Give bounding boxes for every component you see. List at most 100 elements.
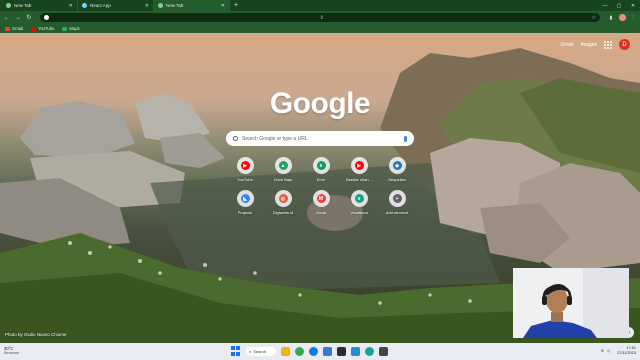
system-tray: ≋ ◁: [601, 348, 610, 353]
youtube-icon: ▶: [240, 161, 250, 170]
search-placeholder: Search Google or type a URL: [242, 135, 308, 142]
close-icon[interactable]: ✕: [145, 3, 149, 9]
vscode-icon[interactable]: [351, 346, 360, 356]
chrome-icon: [158, 3, 163, 8]
windows-start-icon[interactable]: [231, 346, 241, 356]
taskbar-apps: ⌕ Search: [231, 346, 388, 356]
images-link[interactable]: Images: [581, 42, 597, 48]
profile-avatar[interactable]: [618, 14, 626, 22]
browser-toolbar: ← → ↻ ⇪ ☆ ▮ ⋮: [0, 11, 640, 24]
bookmark-label: YouTube: [37, 26, 55, 31]
shortcut-emir[interactable]: e Emir: [302, 157, 340, 182]
tab-react-app[interactable]: React App ✕: [78, 0, 154, 11]
minimize-button[interactable]: —: [598, 0, 612, 11]
weather-widget[interactable]: 30°C Berawan: [4, 346, 19, 356]
shortcut-sequelize[interactable]: ◆ Sequelize: [378, 157, 416, 182]
google-g-icon: [44, 15, 49, 20]
bookmark-label: Maps: [69, 26, 80, 31]
react-icon: [82, 3, 87, 8]
emir-icon: e: [316, 161, 326, 170]
close-icon[interactable]: ✕: [69, 3, 73, 9]
tab-new-tab-2[interactable]: New Tab ✕: [154, 0, 230, 11]
shortcut-label: Projects: [237, 210, 253, 215]
clock-date: 27/11/2023: [617, 351, 636, 355]
profile-avatar-button[interactable]: D: [619, 39, 630, 50]
shortcut-digiwebs[interactable]: ◎ Digiwebs.id: [264, 190, 302, 215]
bookmark-maps[interactable]: Maps: [62, 26, 80, 31]
windows-taskbar: 30°C Berawan ⌕ Search ≋ ◁ 17:51 27/11/20…: [0, 343, 640, 360]
window-close-button[interactable]: ✕: [626, 0, 640, 11]
shortcut-label: Sequelize: [388, 177, 406, 182]
file-explorer-icon[interactable]: [281, 346, 290, 356]
search-box[interactable]: Search Google or type a URL: [226, 131, 414, 146]
volume-icon[interactable]: ◁: [607, 348, 610, 353]
shortcut-label: Vocalbout: [350, 210, 368, 215]
weather-desc: Berawan: [4, 351, 19, 355]
tab-title: New Tab: [166, 3, 184, 8]
bookmark-star-icon[interactable]: ☆: [592, 15, 596, 21]
terminal-icon[interactable]: [337, 346, 346, 356]
extensions-icon[interactable]: ▮: [607, 14, 615, 22]
menu-icon[interactable]: ⋮: [629, 14, 637, 22]
new-tab-button[interactable]: +: [230, 0, 242, 11]
teal-app-icon[interactable]: [365, 346, 374, 356]
taskbar-clock[interactable]: 17:51 27/11/2023: [617, 346, 636, 356]
share-icon[interactable]: ⇪: [320, 15, 324, 21]
back-button[interactable]: ←: [3, 14, 11, 22]
shortcut-channel[interactable]: ▶ Bsedar chan...: [340, 157, 378, 182]
shortcut-drive[interactable]: ▲ Drive Bajo: [264, 157, 302, 182]
shortcut-vocalbout[interactable]: v Vocalbout: [340, 190, 378, 215]
gmail-icon: M: [316, 194, 326, 203]
maximize-button[interactable]: ▢: [612, 0, 626, 11]
shortcut-label: YouTube: [237, 177, 253, 182]
shortcut-label: Gmail: [315, 210, 327, 215]
tab-new-tab-1[interactable]: New Tab ✕: [2, 0, 78, 11]
edge-icon[interactable]: [309, 346, 318, 356]
tab-title: React App: [90, 3, 111, 8]
taskbar-search-label: Search: [253, 348, 266, 354]
dark-app-icon[interactable]: [379, 346, 388, 356]
shortcut-label: Emir: [316, 177, 326, 182]
shortcut-label: Add shortcut: [385, 210, 409, 215]
shortcut-label: Digiwebs.id: [272, 210, 294, 215]
chrome-icon: [6, 3, 11, 8]
close-icon[interactable]: ✕: [221, 3, 225, 9]
drive-icon: ▲: [278, 161, 288, 170]
maps-icon: [62, 26, 68, 31]
vocalbout-icon: v: [354, 194, 364, 203]
reload-button[interactable]: ↻: [25, 14, 33, 22]
webcam-overlay: [513, 268, 629, 338]
person-icon: [513, 268, 629, 338]
microphone-icon[interactable]: [404, 135, 407, 142]
photo-credit-link[interactable]: Photo by Giulio Nuovo Chiome: [5, 332, 67, 337]
projects-icon: ◣: [240, 194, 250, 203]
address-bar[interactable]: ⇪ ☆: [40, 13, 600, 22]
tab-strip: New Tab ✕ React App ✕ New Tab ✕ + — ▢ ✕: [0, 0, 640, 11]
forward-button[interactable]: →: [14, 14, 22, 22]
store-icon[interactable]: [323, 346, 332, 356]
gmail-icon: [5, 26, 10, 31]
google-logo: Google: [269, 87, 371, 120]
shortcuts-grid: ▶ YouTube ▲ Drive Bajo e Emir ▶ Bsedar c…: [226, 157, 418, 215]
digiwebs-icon: ◎: [278, 194, 288, 203]
shortcut-projects[interactable]: ◣ Projects: [226, 190, 264, 215]
gmail-link[interactable]: Gmail: [561, 42, 574, 48]
chrome-icon[interactable]: [295, 346, 304, 356]
google-apps-icon[interactable]: [604, 40, 612, 49]
sequelize-icon: ◆: [392, 161, 402, 170]
top-links: Gmail Images D: [561, 39, 630, 50]
window-controls: — ▢ ✕: [598, 0, 640, 11]
tab-title: New Tab: [14, 3, 32, 8]
bookmark-gmail[interactable]: Gmail: [5, 26, 23, 31]
wifi-icon[interactable]: ≋: [601, 348, 604, 353]
shortcut-label: Bsedar chan...: [346, 177, 372, 182]
taskbar-search[interactable]: ⌕ Search: [246, 346, 276, 356]
add-shortcut-button[interactable]: + Add shortcut: [378, 190, 416, 215]
bookmark-label: Gmail: [12, 26, 23, 31]
shortcut-gmail[interactable]: M Gmail: [302, 190, 340, 215]
bookmark-youtube[interactable]: YouTube: [30, 26, 55, 31]
youtube-icon: ▶: [354, 161, 364, 170]
shortcut-youtube[interactable]: ▶ YouTube: [226, 157, 264, 182]
plus-icon: +: [392, 194, 402, 203]
youtube-icon: [30, 26, 36, 31]
